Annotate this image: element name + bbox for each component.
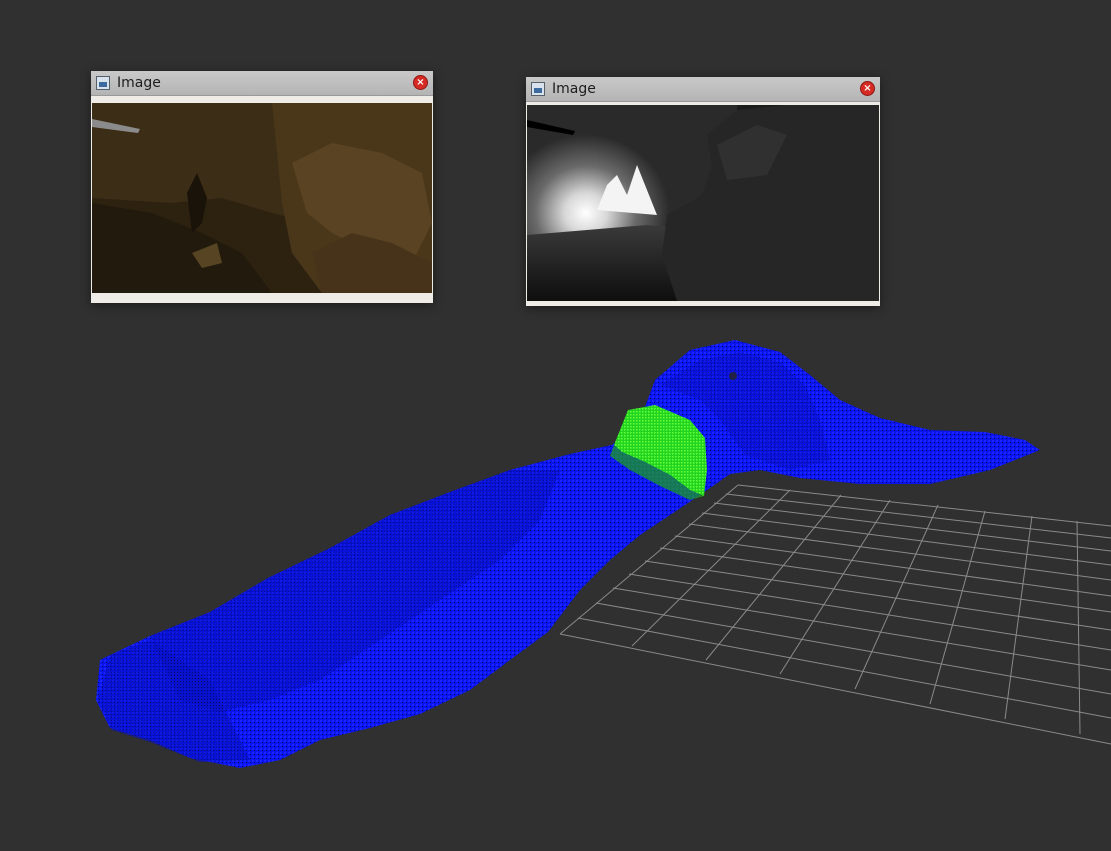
window-titlebar[interactable]: Image ×	[526, 77, 880, 102]
image-icon	[531, 82, 545, 96]
image-icon	[96, 76, 110, 90]
close-icon[interactable]: ×	[860, 81, 875, 96]
image-window-rgb[interactable]: Image ×	[91, 71, 433, 303]
window-title: Image	[552, 81, 596, 97]
close-icon[interactable]: ×	[413, 75, 428, 90]
rgb-camera-image	[92, 103, 432, 293]
window-title: Image	[117, 75, 161, 91]
pointcloud	[96, 340, 1040, 768]
window-titlebar[interactable]: Image ×	[91, 71, 433, 96]
depth-camera-image	[527, 105, 879, 301]
image-window-depth[interactable]: Image ×	[526, 77, 880, 306]
